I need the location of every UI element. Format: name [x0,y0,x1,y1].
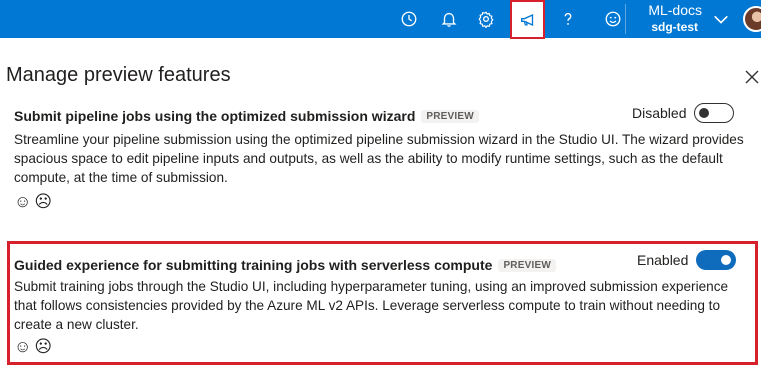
feature-description: Submit training jobs through the Studio … [14,279,729,332]
like-icon[interactable]: ☺ [14,193,31,211]
bell-icon [441,12,457,27]
clock-icon [401,11,417,27]
notifications-button[interactable] [431,0,467,38]
avatar[interactable] [743,6,761,32]
smiley-icon [605,11,621,27]
megaphone-icon [521,14,534,26]
help-button[interactable] [550,0,586,38]
dislike-icon[interactable]: ☹ [34,193,52,211]
recent-activity-button[interactable] [391,0,427,38]
toggle-label: Enabled [637,252,689,268]
preview-features-button[interactable] [510,0,545,39]
preview-badge: PREVIEW [498,258,556,272]
feedback-row: ☺ ☹ [14,193,744,211]
account-name: ML-docs [648,2,702,18]
preview-badge: PREVIEW [421,109,479,123]
feedback-row: ☺ ☹ [14,338,744,356]
feature-description: Streamline your pipeline submission usin… [14,132,744,185]
top-bar: ML-docs sdg-test [0,0,761,39]
feature-title: Guided experience for submitting trainin… [14,257,493,273]
toggle-knob [721,255,732,265]
account-switcher[interactable]: ML-docs sdg-test [636,2,704,35]
help-icon [564,12,572,25]
feature-item: Submit pipeline jobs using the optimized… [14,108,744,211]
toggle-label: Disabled [632,105,687,121]
dislike-icon[interactable]: ☹ [34,338,52,356]
like-icon[interactable]: ☺ [14,338,31,356]
divider [625,4,626,34]
toggle-knob [699,108,710,118]
feature-title: Submit pipeline jobs using the optimized… [14,108,416,124]
chevron-down-icon[interactable] [712,10,730,28]
feature-toggle[interactable] [696,250,737,270]
panel-title: Manage preview features [6,64,231,86]
feature-toggle[interactable] [694,103,735,123]
workspace-name: sdg-test [651,20,698,34]
feature-toggle-control: Enabled [637,250,737,270]
settings-button[interactable] [468,0,504,38]
close-icon[interactable] [744,69,760,85]
feature-toggle-control: Disabled [632,103,735,123]
gear-icon [478,11,494,28]
feature-item: Guided experience for submitting trainin… [14,257,744,356]
